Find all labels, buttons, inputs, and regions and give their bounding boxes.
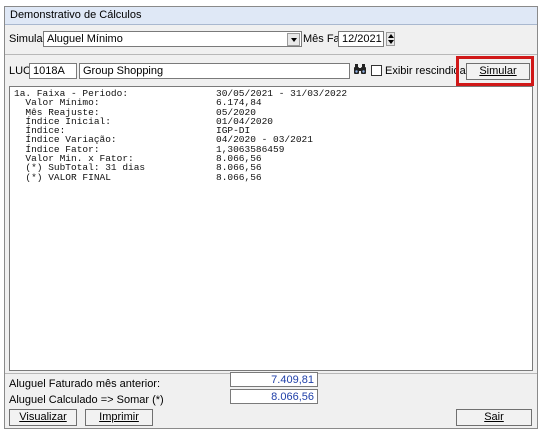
mes-fat-input[interactable]: 12/2021 <box>338 31 384 47</box>
window-title: Demonstrativo de Cálculos <box>10 9 142 21</box>
divider <box>5 54 537 55</box>
aluguel-faturado-value: 7.409,81 <box>230 372 318 387</box>
luc-name-field: Group Shopping <box>79 63 350 79</box>
sair-label: Sair <box>484 411 504 423</box>
visualizar-button[interactable]: Visualizar <box>9 409 77 426</box>
mes-fat-value: 12/2021 <box>342 33 382 45</box>
calculation-report[interactable]: 1a. Faixa - Periodo: 30/05/2021 - 31/03/2… <box>9 86 533 371</box>
mes-fat-spinner[interactable] <box>386 32 395 46</box>
exibir-rescindidas-checkbox[interactable] <box>371 65 382 76</box>
luc-code-input[interactable]: 1018A <box>29 63 77 79</box>
simular-dropdown-button[interactable] <box>287 33 300 46</box>
spin-down-icon <box>388 40 394 44</box>
simular-select[interactable]: Aluguel Mínimo <box>43 31 302 47</box>
imprimir-label: Imprimir <box>99 411 139 423</box>
simular-select-value: Aluguel Mínimo <box>47 33 123 45</box>
spin-up-icon <box>388 34 394 38</box>
luc-label: LUC <box>9 65 32 77</box>
imprimir-button[interactable]: Imprimir <box>85 409 153 426</box>
binoculars-icon[interactable] <box>353 64 367 75</box>
report-row: (*) VALOR FINAL 8.066,56 <box>14 171 532 183</box>
mes-fat-label: Mês Fat <box>303 33 343 45</box>
simular-label: Simular <box>9 33 47 45</box>
report-row: Índice Inicial: 01/04/2020 <box>14 116 532 126</box>
aluguel-calculado-value: 8.066,56 <box>230 389 318 404</box>
highlight-box <box>456 56 534 86</box>
report-row-value: 8.066,56 <box>216 171 262 183</box>
chevron-down-icon <box>290 37 297 42</box>
window-titlebar: Demonstrativo de Cálculos <box>5 7 537 25</box>
visualizar-label: Visualizar <box>19 411 67 423</box>
sair-button[interactable]: Sair <box>456 409 532 426</box>
aluguel-faturado-label: Aluguel Faturado mês anterior: <box>9 378 161 390</box>
aluguel-calculado-label: Aluguel Calculado => Somar (*) <box>9 394 164 406</box>
aluguel-calculado-text: 8.066,56 <box>271 391 314 403</box>
report-row-key: (*) VALOR FINAL <box>14 171 111 183</box>
aluguel-faturado-text: 7.409,81 <box>271 374 314 386</box>
luc-name-value: Group Shopping <box>83 65 164 77</box>
luc-code-value: 1018A <box>33 65 65 77</box>
